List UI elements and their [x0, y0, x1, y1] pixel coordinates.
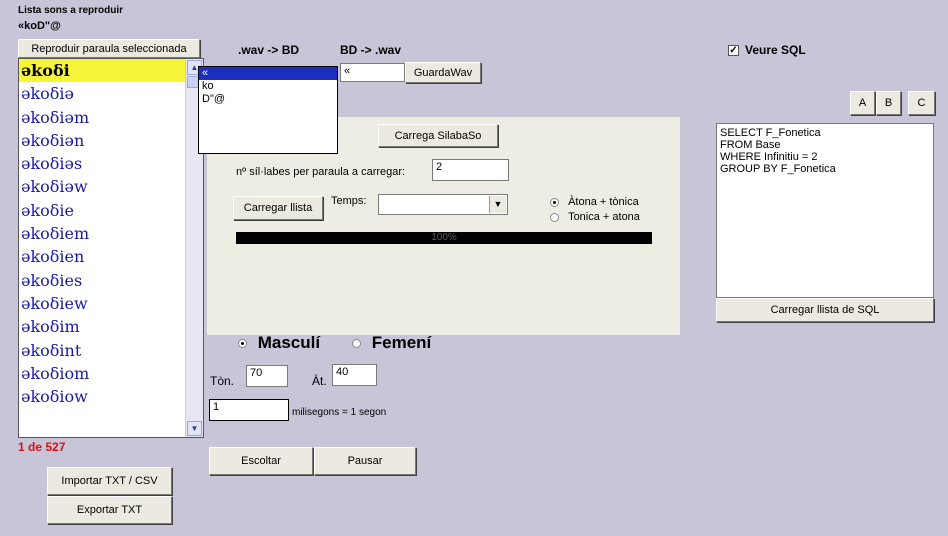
list-item[interactable]: əkoδie — [19, 199, 185, 222]
list-item[interactable]: əkoδiom — [19, 362, 185, 385]
syllables-input[interactable]: 2 — [432, 159, 509, 181]
list-item[interactable]: əkoδiə — [19, 82, 185, 105]
wav-input[interactable]: « — [340, 63, 405, 82]
sql-line: SELECT F_Fonetica — [720, 127, 821, 139]
voice-option-label: Masculí — [257, 333, 321, 352]
filter-a-button[interactable]: A — [850, 91, 875, 115]
export-txt-button[interactable]: Exportar TXT — [47, 496, 172, 524]
progress-text: 100% — [431, 232, 457, 243]
list-item[interactable]: əkoδim — [19, 315, 185, 338]
load-sql-list-button[interactable]: Carregar llista de SQL — [716, 298, 934, 322]
voice-option-0[interactable]: Masculí — [238, 333, 320, 353]
milliseconds-input[interactable]: 1 — [209, 399, 289, 421]
show-sql-label: Veure SQL — [745, 43, 806, 57]
list-item[interactable]: əkoδiem — [19, 222, 185, 245]
listen-button[interactable]: Escoltar — [209, 447, 313, 475]
list-title: Lista sons a reproduir — [18, 5, 124, 16]
list-item[interactable]: əkoδiow — [19, 385, 185, 408]
height-label: Àt. — [312, 374, 327, 388]
list-item[interactable]: əkoδiew — [19, 292, 185, 315]
list-item[interactable]: əkoδiəm — [19, 106, 185, 129]
tone-input[interactable]: 70 — [246, 365, 288, 387]
list-item[interactable]: əkoδint — [19, 339, 185, 362]
stress-option-label: Tonica + atona — [568, 211, 640, 223]
wav-to-bd-label: .wav -> BD — [238, 43, 300, 57]
dropdown-item[interactable]: D"@ — [199, 93, 337, 106]
save-wav-button[interactable]: GuardaWav — [405, 62, 481, 83]
progress-bar: 100% — [236, 232, 652, 244]
current-word: «koD"@ — [18, 20, 61, 32]
tense-select[interactable]: ▼ — [378, 194, 508, 215]
list-item[interactable]: əkoδi — [19, 59, 185, 83]
list-item[interactable]: əkoδien — [19, 245, 185, 268]
dropdown-item[interactable]: « — [199, 67, 337, 80]
list-item[interactable]: əkoδiəw — [19, 175, 185, 198]
radio-icon[interactable] — [238, 339, 247, 349]
import-txt-csv-button[interactable]: Importar TXT / CSV — [47, 467, 172, 495]
height-input[interactable]: 40 — [332, 364, 377, 386]
filter-b-button[interactable]: B — [876, 91, 901, 115]
tone-label: Tòn. — [210, 374, 235, 388]
syllable-dropdown[interactable]: «ko D"@ — [198, 66, 338, 154]
reproduce-selected-button[interactable]: Reproduir paraula seleccionada — [18, 39, 200, 58]
stress-option-0[interactable]: Àtona + tònica — [550, 196, 639, 208]
filter-c-button[interactable]: C — [908, 91, 935, 115]
stress-option-label: Àtona + tònica — [568, 196, 639, 208]
sql-query-textarea[interactable]: SELECT F_Fonetica FROM Base WHERE Infiniti… — [716, 123, 934, 298]
dropdown-item[interactable]: ko — [199, 80, 337, 93]
chevron-down-icon[interactable]: ▼ — [489, 196, 506, 213]
list-item[interactable]: əkoδies — [19, 269, 185, 292]
pause-button[interactable]: Pausar — [314, 447, 416, 475]
radio-icon[interactable] — [550, 212, 559, 222]
voice-option-1[interactable]: Femení — [352, 333, 431, 353]
scroll-down-icon[interactable]: ▼ — [187, 421, 202, 436]
voice-option-label: Femení — [371, 333, 432, 352]
word-list[interactable]: əkoδi əkoδiə əkoδiəm əkoδiən əkoδiəs əkoδiəw ə… — [18, 58, 204, 438]
tense-label: Temps: — [331, 195, 367, 207]
radio-icon[interactable] — [352, 339, 361, 349]
sql-line: WHERE Infinitiu = 2 — [720, 151, 818, 163]
sql-line: FROM Base — [720, 139, 781, 151]
word-list-items: əkoδi əkoδiə əkoδiəm əkoδiən əkoδiəs əkoδiəw ə… — [19, 59, 185, 408]
load-syllable-button[interactable]: Carrega SilabaSo — [378, 124, 498, 147]
bd-to-wav-label: BD -> .wav — [340, 43, 402, 57]
show-sql-checkbox[interactable]: ✓ — [728, 45, 739, 56]
list-counter: 1 de 527 — [18, 440, 66, 454]
list-item[interactable]: əkoδiəs — [19, 152, 185, 175]
stress-option-1[interactable]: Tonica + atona — [550, 211, 640, 223]
radio-icon[interactable] — [550, 197, 559, 207]
load-list-button[interactable]: Carregar llista — [233, 196, 323, 220]
milliseconds-label: milisegons = 1 segon — [292, 407, 387, 418]
syllables-label: nº síl·labes per paraula a carregar: — [236, 166, 406, 178]
list-item[interactable]: əkoδiən — [19, 129, 185, 152]
sql-line: GROUP BY F_Fonetica — [720, 163, 836, 175]
